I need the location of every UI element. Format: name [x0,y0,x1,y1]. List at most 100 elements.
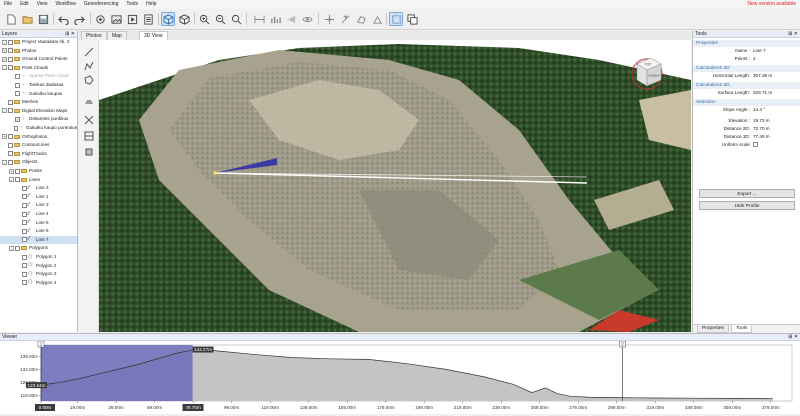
uniform-scale-checkbox[interactable] [753,142,758,148]
expand-toggle[interactable]: - [2,65,7,71]
layer-row[interactable]: ⁄⁄ Line 5 [0,219,77,227]
document-button[interactable] [141,12,155,26]
layer-row[interactable]: ContourLines [0,141,77,149]
zoom-out-button[interactable] [213,12,227,26]
visibility-checkbox[interactable] [13,125,19,131]
menu-workflow[interactable]: Workflow [51,0,79,9]
bars-button[interactable] [268,12,282,26]
layer-row[interactable]: + Photos [0,47,77,55]
layer-row[interactable]: + Ground Control Points [0,55,77,63]
3d-viewport[interactable]: TOP FRONT [99,40,691,332]
measure-button[interactable] [252,12,266,26]
layer-row[interactable]: ⁄⁄ Line 6 [0,227,77,235]
visibility-checkbox[interactable] [22,263,27,269]
visibility-checkbox[interactable] [22,220,27,226]
menu-file[interactable]: File [0,0,16,9]
clip-tool[interactable] [83,130,95,142]
visibility-checkbox[interactable] [8,56,13,62]
visibility-checkbox[interactable] [22,211,27,217]
expand-toggle[interactable]: + [9,168,14,174]
layer-row[interactable]: - Digital Elevation Maps [0,107,77,115]
layer-row[interactable]: ⬠ Polygon 4 [0,279,77,287]
visibility-checkbox[interactable] [22,237,27,243]
add-point-button[interactable] [322,12,336,26]
layer-row[interactable]: - Project Vaarakatu rik. 2 [0,38,77,46]
visibility-checkbox[interactable] [15,168,20,174]
layer-row[interactable]: ⁄⁄ Line 2 [0,184,77,192]
menu-tools[interactable]: Tools [122,0,142,9]
visibility-checkbox[interactable] [8,151,13,157]
visibility-checkbox[interactable] [8,134,13,140]
layer-row[interactable]: ⁘ Gukutku kaupas [0,90,77,98]
menu-help[interactable]: Help [142,0,160,9]
open-project-button[interactable] [20,12,34,26]
layer-row[interactable]: FlightTracks [0,150,77,158]
visibility-checkbox[interactable] [8,142,13,148]
expand-toggle[interactable]: - [9,245,14,251]
elevation-profile-chart[interactable]: 12139.00m132.00m125.00m118.00m19.00m39.0… [0,340,800,414]
layer-row[interactable]: - Point Clouds [0,64,77,72]
redo-button[interactable] [72,12,86,26]
zoom-in-button[interactable] [197,12,211,26]
pin-icon[interactable]: ⊞ ✕ [65,31,75,38]
selection-region[interactable] [41,345,193,401]
visibility-checkbox[interactable] [8,39,13,45]
volume-button[interactable] [370,12,384,26]
expand-toggle[interactable]: + [2,134,7,140]
visibility-checkbox[interactable] [8,159,13,165]
layer-row[interactable]: ⁄⁄ Line 4 [0,210,77,218]
layers-button[interactable] [405,12,419,26]
hide-profile-button[interactable]: Hide Profile [699,201,795,210]
tab-photos[interactable]: Photos [81,31,107,40]
layer-row[interactable]: - Polygons [0,244,77,252]
export-button[interactable]: Export ... [699,189,795,198]
draw-polyline-tool[interactable] [83,60,95,72]
cut-tool[interactable] [83,114,95,126]
triangle-button[interactable] [284,12,298,26]
visibility-checkbox[interactable] [15,73,20,79]
draw-polygon-tool[interactable] [83,74,95,86]
draw-line-tool[interactable] [83,46,95,58]
layer-row[interactable]: ⬠ Polygon 1 [0,253,77,261]
tab-map[interactable]: Map [107,31,127,40]
layer-row[interactable]: - Lines [0,176,77,184]
tab-3d-view[interactable]: 3D View [139,31,168,40]
layer-row[interactable]: - Objects [0,158,77,166]
3d-view-button[interactable] [161,12,175,26]
visibility-checkbox[interactable] [22,254,27,260]
undo-button[interactable] [56,12,70,26]
expand-toggle[interactable]: - [2,159,7,165]
visibility-checkbox[interactable] [22,271,27,277]
layer-row[interactable]: ⁄⁄ Line 1 [0,193,77,201]
visibility-checkbox[interactable] [15,177,20,183]
visibility-checkbox[interactable] [15,82,20,88]
visibility-checkbox[interactable]: ✓ [15,116,20,122]
pin-icon[interactable]: ⊞ ✕ [788,31,798,38]
visibility-checkbox[interactable] [8,48,13,54]
layer-row[interactable]: ⁘ Tanikus dadasaa [0,81,77,89]
layer-row[interactable]: Meshes [0,98,77,106]
tab-tools[interactable]: Tools [731,325,753,333]
layer-row[interactable]: ⁄⁄ Line 7 [0,235,77,244]
eye-button[interactable] [300,12,314,26]
add-polygon-button[interactable] [354,12,368,26]
zoom-fit-button[interactable] [229,12,243,26]
select-button[interactable] [389,12,403,26]
section-tool[interactable] [83,96,95,108]
tab-properties[interactable]: Properties [697,325,729,333]
visibility-checkbox[interactable] [8,108,13,114]
layer-row[interactable]: ⁘ Sparse Point Cloud [0,72,77,80]
add-line-button[interactable] [338,12,352,26]
box-tool[interactable] [83,146,95,158]
image-button[interactable] [109,12,123,26]
expand-toggle[interactable]: - [2,108,7,114]
visibility-checkbox[interactable] [22,194,27,200]
expand-toggle[interactable]: - [9,177,14,183]
visibility-checkbox[interactable] [22,280,27,286]
cube-outline-button[interactable] [177,12,191,26]
layer-row[interactable]: ✓ ⁘ Dekamtes purdikus [0,115,77,123]
video-button[interactable] [125,12,139,26]
visibility-checkbox[interactable] [15,245,20,251]
capture-button[interactable] [93,12,107,26]
layer-row[interactable]: + Points [0,167,77,175]
